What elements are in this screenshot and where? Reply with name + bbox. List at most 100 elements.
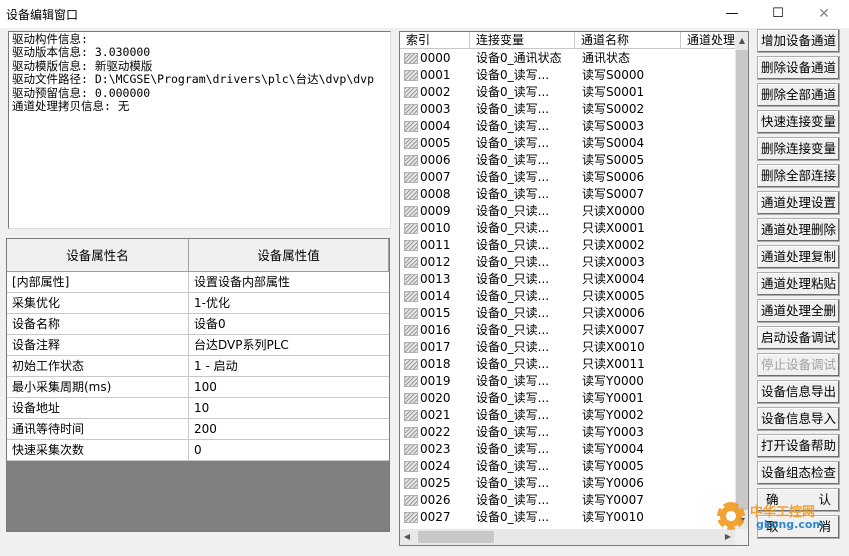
channel-process-paste-button[interactable]: 通道处理粘贴	[757, 272, 840, 296]
channel-variable-cell[interactable]: 设备0_读写...	[476, 509, 574, 526]
delete-all-channels-button[interactable]: 删除全部通道	[757, 83, 840, 107]
channel-variable-cell[interactable]: 设备0_读写...	[476, 475, 574, 492]
property-value-cell[interactable]: 10	[189, 398, 387, 419]
channel-variable-cell[interactable]: 设备0_只读...	[476, 339, 574, 356]
property-value-cell[interactable]: 200	[189, 419, 387, 440]
channel-process-delete-button[interactable]: 通道处理删除	[757, 218, 840, 242]
channel-row[interactable]: 0005 设备0_读写... 读写S0004	[400, 135, 736, 152]
column-header-index[interactable]: 索引	[400, 32, 470, 49]
property-value-cell[interactable]: 1-优化	[189, 293, 387, 314]
channel-process-delete-all-button[interactable]: 通道处理全删	[757, 299, 840, 323]
channel-variable-cell[interactable]: 设备0_读写...	[476, 152, 574, 169]
channel-variable-cell[interactable]: 设备0_只读...	[476, 356, 574, 373]
channel-row[interactable]: 0018 设备0_只读... 只读X0011	[400, 356, 736, 373]
close-button[interactable]: ✕	[801, 0, 847, 28]
channel-row[interactable]: 0001 设备0_读写... 读写S0000	[400, 67, 736, 84]
channel-row[interactable]: 0008 设备0_读写... 读写S0007	[400, 186, 736, 203]
property-row[interactable]: 通讯等待时间 200	[7, 419, 389, 440]
channel-variable-cell[interactable]: 设备0_读写...	[476, 492, 574, 509]
import-device-info-button[interactable]: 设备信息导入	[757, 407, 840, 431]
channel-variable-cell[interactable]: 设备0_只读...	[476, 220, 574, 237]
property-value-cell[interactable]: 设备0	[189, 314, 387, 335]
channel-variable-cell[interactable]: 设备0_只读...	[476, 237, 574, 254]
property-value-cell[interactable]: 0	[189, 440, 387, 461]
property-value-cell[interactable]: 设置设备内部属性	[189, 272, 387, 293]
channel-row[interactable]: 0027 设备0_读写... 读写Y0010	[400, 509, 736, 526]
column-header-channel-process[interactable]: 通道处理	[681, 32, 741, 49]
channel-row[interactable]: 0022 设备0_读写... 读写Y0003	[400, 424, 736, 441]
channel-variable-cell[interactable]: 设备0_读写...	[476, 458, 574, 475]
property-row[interactable]: [内部属性] 设置设备内部属性	[7, 272, 389, 293]
delete-channel-button[interactable]: 删除设备通道	[757, 56, 840, 80]
channel-variable-cell[interactable]: 设备0_读写...	[476, 118, 574, 135]
minimize-button[interactable]: —	[709, 0, 755, 28]
channel-variable-cell[interactable]: 设备0_只读...	[476, 288, 574, 305]
channel-row[interactable]: 0014 设备0_只读... 只读X0005	[400, 288, 736, 305]
channel-row[interactable]: 0016 设备0_只读... 只读X0007	[400, 322, 736, 339]
channel-row[interactable]: 0019 设备0_读写... 读写Y0000	[400, 373, 736, 390]
driver-info-textarea[interactable]: 驱动构件信息: 驱动版本信息: 3.030000 驱动模版信息: 新驱动模版 驱动文件…	[8, 31, 391, 229]
add-channel-button[interactable]: 增加设备通道	[757, 29, 840, 53]
channel-row[interactable]: 0007 设备0_读写... 读写S0006	[400, 169, 736, 186]
channel-variable-cell[interactable]: 设备0_读写...	[476, 84, 574, 101]
property-row[interactable]: 快速采集次数 0	[7, 440, 389, 461]
property-value-cell[interactable]: 100	[189, 377, 387, 398]
property-row[interactable]: 采集优化 1-优化	[7, 293, 389, 314]
channel-variable-cell[interactable]: 设备0_只读...	[476, 271, 574, 288]
maximize-button[interactable]: ☐	[755, 0, 801, 28]
channel-row[interactable]: 0025 设备0_读写... 读写Y0006	[400, 475, 736, 492]
vertical-scrollbar[interactable]: ▲ ▼	[735, 32, 748, 529]
channel-variable-cell[interactable]: 设备0_通讯状态	[476, 50, 574, 67]
quick-connect-variable-button[interactable]: 快速连接变量	[757, 110, 840, 134]
channel-row[interactable]: 0012 设备0_只读... 只读X0003	[400, 254, 736, 271]
channel-row[interactable]: 0021 设备0_读写... 读写Y0002	[400, 407, 736, 424]
delete-connect-variable-button[interactable]: 删除连接变量	[757, 137, 840, 161]
delete-all-connections-button[interactable]: 删除全部连接	[757, 164, 840, 188]
channel-variable-cell[interactable]: 设备0_只读...	[476, 322, 574, 339]
horizontal-scrollbar[interactable]: ◀ ▶	[400, 529, 735, 545]
channel-variable-cell[interactable]: 设备0_读写...	[476, 407, 574, 424]
channel-variable-cell[interactable]: 设备0_读写...	[476, 186, 574, 203]
channel-variable-cell[interactable]: 设备0_只读...	[476, 305, 574, 322]
channel-variable-cell[interactable]: 设备0_读写...	[476, 373, 574, 390]
stop-device-debug-button[interactable]: 停止设备调试	[757, 353, 840, 377]
channel-row[interactable]: 0011 设备0_只读... 只读X0002	[400, 237, 736, 254]
channel-variable-cell[interactable]: 设备0_读写...	[476, 67, 574, 84]
header-property-value[interactable]: 设备属性值	[189, 239, 389, 272]
channel-variable-cell[interactable]: 设备0_读写...	[476, 441, 574, 458]
channel-row[interactable]: 0026 设备0_读写... 读写Y0007	[400, 492, 736, 509]
scroll-left-icon[interactable]: ◀	[400, 529, 414, 545]
open-device-help-button[interactable]: 打开设备帮助	[757, 434, 840, 458]
channel-process-settings-button[interactable]: 通道处理设置	[757, 191, 840, 215]
channel-row[interactable]: 0002 设备0_读写... 读写S0001	[400, 84, 736, 101]
channel-row[interactable]: 0003 设备0_读写... 读写S0002	[400, 101, 736, 118]
channel-row[interactable]: 0010 设备0_只读... 只读X0001	[400, 220, 736, 237]
column-header-variable[interactable]: 连接变量	[470, 32, 575, 49]
horizontal-scroll-thumb[interactable]	[418, 531, 494, 543]
property-row[interactable]: 初始工作状态 1 - 启动	[7, 356, 389, 377]
property-row[interactable]: 最小采集周期(ms) 100	[7, 377, 389, 398]
property-row[interactable]: 设备名称 设备0	[7, 314, 389, 335]
property-value-cell[interactable]: 台达DVP系列PLC	[189, 335, 387, 356]
scroll-up-icon[interactable]: ▲	[735, 32, 748, 49]
channel-row[interactable]: 0013 设备0_只读... 只读X0004	[400, 271, 736, 288]
channel-variable-cell[interactable]: 设备0_读写...	[476, 424, 574, 441]
channel-variable-cell[interactable]: 设备0_读写...	[476, 390, 574, 407]
channel-row[interactable]: 0023 设备0_读写... 读写Y0004	[400, 441, 736, 458]
device-config-check-button[interactable]: 设备组态检查	[757, 461, 840, 485]
start-device-debug-button[interactable]: 启动设备调试	[757, 326, 840, 350]
header-property-name[interactable]: 设备属性名	[7, 239, 189, 272]
channel-row[interactable]: 0017 设备0_只读... 只读X0010	[400, 339, 736, 356]
channel-variable-cell[interactable]: 设备0_只读...	[476, 254, 574, 271]
vertical-scroll-thumb[interactable]	[736, 50, 748, 510]
channel-variable-cell[interactable]: 设备0_读写...	[476, 169, 574, 186]
property-row[interactable]: 设备注释 台达DVP系列PLC	[7, 335, 389, 356]
channel-row[interactable]: 0009 设备0_只读... 只读X0000	[400, 203, 736, 220]
channel-row[interactable]: 0020 设备0_读写... 读写Y0001	[400, 390, 736, 407]
channel-row[interactable]: 0000 设备0_通讯状态 通讯状态	[400, 50, 736, 67]
channel-row[interactable]: 0024 设备0_读写... 读写Y0005	[400, 458, 736, 475]
channel-row[interactable]: 0004 设备0_读写... 读写S0003	[400, 118, 736, 135]
channel-variable-cell[interactable]: 设备0_只读...	[476, 203, 574, 220]
channel-variable-cell[interactable]: 设备0_读写...	[476, 135, 574, 152]
channel-row[interactable]: 0015 设备0_只读... 只读X0006	[400, 305, 736, 322]
